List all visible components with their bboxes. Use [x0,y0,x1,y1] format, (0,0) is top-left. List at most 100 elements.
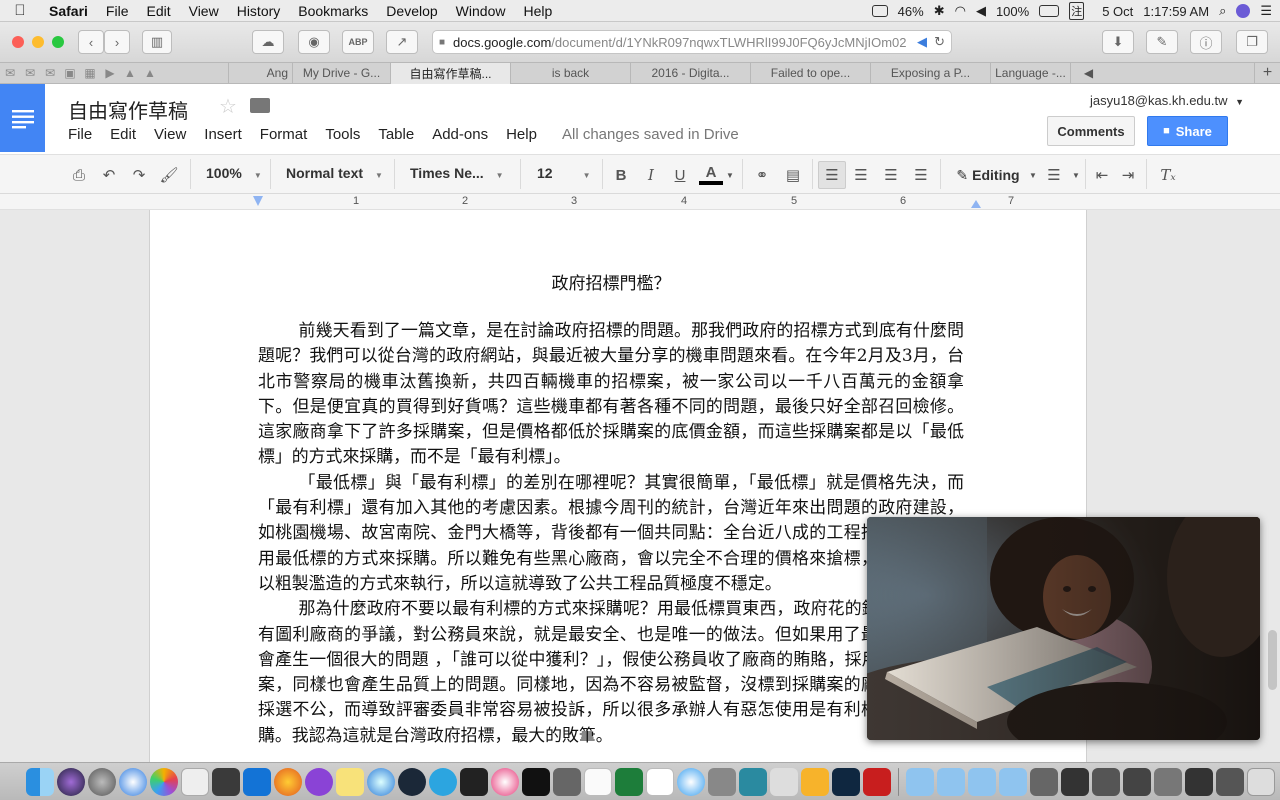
document-paragraph[interactable]: 前幾天看到了一篇文章，是在討論政府招標的問題。那我們政府的招標方式到底有什麼問題… [258,318,964,470]
telegram-icon[interactable] [429,767,457,796]
bulleted-list-icon[interactable]: ☰ [1043,163,1065,187]
pinned-g-icon[interactable]: ▣ [60,62,80,84]
docs-menu-table[interactable]: Table [378,126,414,143]
star-icon[interactable]: ☆ [219,94,237,119]
messages-icon[interactable] [677,767,705,796]
new-tab-button[interactable]: + [1254,62,1280,84]
photos-icon[interactable] [150,767,178,796]
reminders-icon[interactable] [584,767,612,796]
finder-icon[interactable] [26,767,54,796]
sidebar-icon[interactable]: ▥ [142,30,172,54]
system-preferences-icon[interactable] [88,767,116,796]
volume-icon[interactable]: ◀ [976,3,986,19]
align-left-icon[interactable]: ☰ [818,161,846,189]
tab-item[interactable]: Failed to ope... [750,62,870,84]
notification-center-icon[interactable]: ☰ [1260,3,1272,19]
back-button[interactable]: ‹ [78,30,104,54]
document-title[interactable]: 自由寫作草稿 [68,95,188,124]
menu-edit[interactable]: Edit [137,3,179,19]
align-justify-icon[interactable]: ☰ [910,163,932,187]
comments-button[interactable]: Comments [1047,116,1135,146]
x-app-icon[interactable] [770,767,798,796]
close-window-button[interactable] [12,36,24,48]
forward-button[interactable]: › [104,30,130,54]
terminal-icon[interactable] [522,767,550,796]
document-stack-icon[interactable] [1185,767,1213,796]
document-paragraph[interactable]: 「最低標」與「最有利標」的差別在哪裡呢？其實很簡單，「最低標」就是價格先決，而「… [258,470,964,596]
launchpad-icon[interactable] [212,767,240,796]
pinned-mail-icon[interactable]: ✉ [0,62,20,84]
podcast-icon[interactable] [305,767,333,796]
editing-mode-dropdown[interactable]: ✎ Editing [948,163,1028,187]
redo-icon[interactable]: ↷ [128,163,150,187]
firefox-icon[interactable] [274,767,302,796]
annotate-icon[interactable]: ✎ [1146,30,1178,54]
extension-icon[interactable]: ◉ [298,30,330,54]
undo-icon[interactable]: ↶ [98,163,120,187]
menu-file[interactable]: File [97,3,138,19]
docs-menu-help[interactable]: Help [506,126,537,143]
tab-item[interactable]: Language -... [990,62,1070,84]
document-stack-icon[interactable] [1030,767,1058,796]
tool-extension-icon[interactable]: ↗ [386,30,418,54]
zoom-dropdown[interactable]: 100% ▼ [206,165,262,181]
document-body[interactable]: 前幾天看到了一篇文章，是在討論政府招標的問題。那我們政府的招標方式到底有什麼問題… [258,318,964,748]
picture-in-picture-video[interactable] [867,517,1260,740]
chevron-down-icon[interactable]: ▼ [1028,163,1038,187]
menu-help[interactable]: Help [514,3,561,19]
downloads-icon[interactable]: ⬇ [1102,30,1134,54]
paint-format-icon[interactable]: 🖌 [158,163,180,187]
pinned-drive-icon-2[interactable]: ▲ [140,62,160,84]
minimize-window-button[interactable] [32,36,44,48]
account-email[interactable]: jasyu18@kas.kh.edu.tw ▼ [1090,93,1244,108]
volume-percent[interactable]: 100% [996,4,1029,19]
docs-menu-edit[interactable]: Edit [110,126,136,143]
tab-item[interactable]: My Drive - G... [292,62,390,84]
pinned-mail-icon-2[interactable]: ✉ [20,62,40,84]
photoshop-icon[interactable] [832,767,860,796]
document-stack-icon[interactable] [1092,767,1120,796]
underline-icon[interactable]: U [670,163,690,187]
folder-icon[interactable] [906,767,934,796]
docs-menu-file[interactable]: File [68,126,92,143]
font-dropdown[interactable]: Times Ne... ▼ [410,165,504,181]
tab-item[interactable]: is back [510,62,630,84]
tab-item[interactable]: Exposing a P... [870,62,990,84]
info-icon[interactable]: ⓘ [1190,30,1222,54]
wifi-icon[interactable]: ◠ [955,3,966,19]
terminal-app-icon[interactable] [460,767,488,796]
increase-indent-icon[interactable]: ⇥ [1117,163,1139,187]
docs-menu-view[interactable]: View [154,126,186,143]
print-icon[interactable]: ⎙ [68,163,90,187]
app-hexagon-icon[interactable] [615,767,643,796]
docs-home-icon[interactable] [0,84,45,152]
document-stack-icon[interactable] [1154,767,1182,796]
menubar-time[interactable]: 1:17:59 AM [1143,4,1209,19]
vertical-scrollbar[interactable] [1268,630,1277,690]
align-center-icon[interactable]: ☰ [850,163,872,187]
cloud-icon[interactable]: ☁ [252,30,284,54]
folder-icon[interactable] [937,767,965,796]
decrease-indent-icon[interactable]: ⇤ [1090,163,1114,187]
clear-formatting-icon[interactable]: Tₓ [1156,163,1180,187]
tab-audio-icon[interactable]: ◀ [1070,62,1106,84]
tab-item-active[interactable]: 自由寫作草稿... [390,62,510,84]
calendar-icon[interactable] [646,767,674,796]
tab-item[interactable]: 2016 - Digita... [630,62,750,84]
bold-icon[interactable]: B [611,163,631,187]
document-paragraph[interactable]: 那為什麼政府不要以最有利標的方式來採購呢？用最低標買東西，政府花的錢最少、也沒有… [258,596,964,748]
reload-icon[interactable]: ↻ [934,34,945,50]
link-icon[interactable]: ⚭ [750,163,774,187]
menu-history[interactable]: History [228,3,290,19]
align-right-icon[interactable]: ☰ [880,163,902,187]
folder-icon[interactable] [250,98,270,113]
zoom-window-button[interactable] [52,36,64,48]
italic-icon[interactable]: I [641,163,661,187]
document-stack-icon[interactable] [1061,767,1089,796]
acrobat-icon[interactable] [863,767,891,796]
chevron-down-icon[interactable]: ▼ [725,163,735,187]
teamviewer-icon[interactable] [243,767,271,796]
shield-icon[interactable] [739,767,767,796]
menu-develop[interactable]: Develop [377,3,446,19]
docs-menu-tools[interactable]: Tools [325,126,360,143]
